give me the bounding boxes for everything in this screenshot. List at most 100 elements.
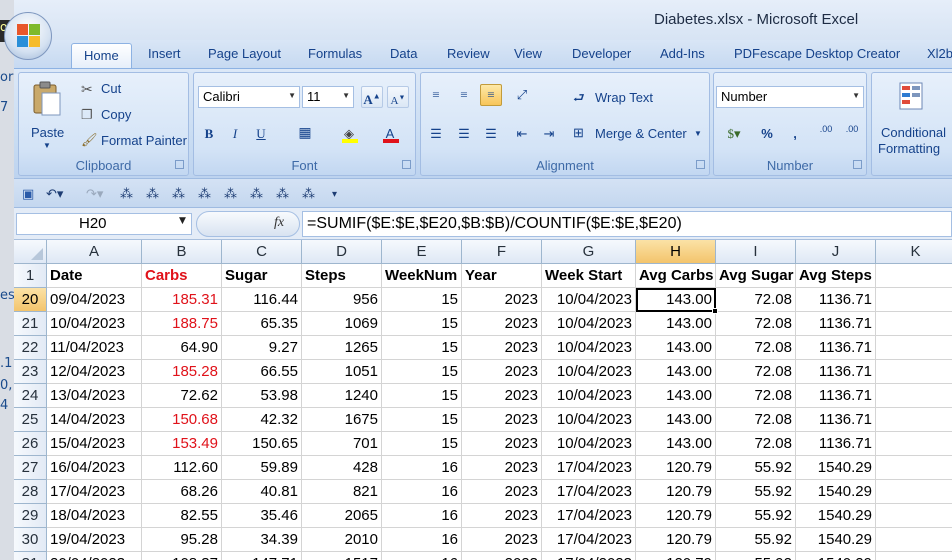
number-format-select[interactable]: Number ▼	[716, 86, 864, 108]
column-title-cell[interactable]: Avg Sugar	[716, 264, 796, 288]
row-header[interactable]: 26	[14, 432, 47, 456]
table-cell[interactable]: 1136.71	[796, 360, 876, 384]
table-cell[interactable]: 10/04/2023	[542, 432, 636, 456]
table-cell[interactable]: 17/04/2023	[542, 504, 636, 528]
align-top-button[interactable]: ≡	[425, 84, 447, 106]
table-cell[interactable]: 15	[382, 360, 462, 384]
tab-data[interactable]: Data	[390, 46, 417, 61]
table-cell[interactable]	[876, 408, 952, 432]
table-cell[interactable]: 55.92	[716, 528, 796, 552]
increase-indent-button[interactable]: ⇥	[538, 123, 560, 145]
column-title-cell[interactable]: Avg Carbs	[636, 264, 716, 288]
org-chart-icon[interactable]: ⁂	[120, 187, 133, 202]
table-cell[interactable]: 10/04/2023	[542, 312, 636, 336]
copy-button[interactable]: ❐ Copy	[77, 105, 177, 125]
table-cell[interactable]: 10/04/2023	[542, 384, 636, 408]
table-cell[interactable]: 68.26	[142, 480, 222, 504]
number-launcher-icon[interactable]	[853, 160, 862, 169]
table-cell[interactable]: 185.31	[142, 288, 222, 312]
row-header[interactable]: 25	[14, 408, 47, 432]
table-cell[interactable]: 17/04/2023	[542, 552, 636, 560]
fill-handle[interactable]	[712, 308, 718, 314]
table-cell[interactable]: 2023	[462, 312, 542, 336]
tab-view[interactable]: View	[514, 46, 542, 61]
table-cell[interactable]: 1675	[302, 408, 382, 432]
table-cell[interactable]: 35.46	[222, 504, 302, 528]
tab-add-ins[interactable]: Add-Ins	[660, 46, 705, 61]
bold-button[interactable]: B	[198, 123, 220, 145]
active-cell[interactable]: 143.00	[636, 288, 716, 312]
table-cell[interactable]: 55.92	[716, 552, 796, 560]
table-cell[interactable]: 11/04/2023	[47, 336, 142, 360]
table-cell[interactable]: 53.98	[222, 384, 302, 408]
table-cell[interactable]: 1240	[302, 384, 382, 408]
align-center-button[interactable]: ☰	[453, 123, 475, 145]
table-cell[interactable]: 72.08	[716, 336, 796, 360]
underline-button[interactable]: U	[250, 123, 272, 145]
italic-button[interactable]: I	[224, 123, 246, 145]
table-cell[interactable]: 1540.29	[796, 528, 876, 552]
alignment-launcher-icon[interactable]	[696, 160, 705, 169]
row-header[interactable]: 1	[14, 264, 47, 288]
table-cell[interactable]: 09/04/2023	[47, 288, 142, 312]
column-header-h[interactable]: H	[636, 240, 716, 264]
table-cell[interactable]	[876, 312, 952, 336]
table-cell[interactable]: 143.00	[636, 312, 716, 336]
table-cell[interactable]: 1136.71	[796, 288, 876, 312]
table-cell[interactable]: 1136.71	[796, 432, 876, 456]
table-cell[interactable]	[876, 336, 952, 360]
row-header[interactable]: 22	[14, 336, 47, 360]
table-cell[interactable]: 10/04/2023	[542, 408, 636, 432]
tab-home[interactable]: Home	[71, 43, 132, 69]
table-cell[interactable]: 55.92	[716, 480, 796, 504]
table-cell[interactable]: 14/04/2023	[47, 408, 142, 432]
tab-page-layout[interactable]: Page Layout	[208, 46, 281, 61]
table-cell[interactable]: 64.90	[142, 336, 222, 360]
insert-function-icon[interactable]: fx	[274, 215, 284, 231]
org-chart-icon[interactable]: ⁂	[302, 187, 315, 202]
percent-button[interactable]: %	[756, 123, 778, 145]
table-cell[interactable]: 1540.29	[796, 456, 876, 480]
name-box[interactable]: H20	[16, 213, 192, 235]
table-cell[interactable]: 15	[382, 288, 462, 312]
org-chart-icon[interactable]: ⁂	[224, 187, 237, 202]
table-cell[interactable]	[876, 456, 952, 480]
table-cell[interactable]: 1265	[302, 336, 382, 360]
tab-formulas[interactable]: Formulas	[308, 46, 362, 61]
select-all-button[interactable]	[14, 240, 47, 264]
table-cell[interactable]: 2023	[462, 288, 542, 312]
table-cell[interactable]: 10/04/2023	[542, 360, 636, 384]
decrease-decimal-button[interactable]: .00	[840, 123, 864, 145]
table-cell[interactable]: 153.49	[142, 432, 222, 456]
table-cell[interactable]: 150.68	[142, 408, 222, 432]
table-cell[interactable]: 10/04/2023	[542, 288, 636, 312]
table-cell[interactable]: 16	[382, 528, 462, 552]
column-header-c[interactable]: C	[222, 240, 302, 264]
table-cell[interactable]: 2023	[462, 456, 542, 480]
table-cell[interactable]: 15	[382, 432, 462, 456]
table-cell[interactable]: 1136.71	[796, 408, 876, 432]
table-cell[interactable]: 16/04/2023	[47, 456, 142, 480]
column-header-e[interactable]: E	[382, 240, 462, 264]
table-cell[interactable]: 19/04/2023	[47, 528, 142, 552]
column-title-cell[interactable]: Steps	[302, 264, 382, 288]
table-cell[interactable]: 1540.29	[796, 504, 876, 528]
table-cell[interactable]: 18/04/2023	[47, 504, 142, 528]
decrease-indent-button[interactable]: ⇤	[511, 123, 533, 145]
table-cell[interactable]	[876, 360, 952, 384]
table-cell[interactable]: 34.39	[222, 528, 302, 552]
table-cell[interactable]: 188.75	[142, 312, 222, 336]
table-cell[interactable]: 120.79	[636, 480, 716, 504]
borders-button[interactable]: ▦	[294, 123, 316, 145]
font-name-select[interactable]: Calibri ▼	[198, 86, 300, 108]
table-cell[interactable]: 150.65	[222, 432, 302, 456]
table-cell[interactable]: 72.08	[716, 384, 796, 408]
table-cell[interactable]: 72.08	[716, 432, 796, 456]
table-cell[interactable]: 59.89	[222, 456, 302, 480]
redo-icon[interactable]: ↷▾	[86, 187, 103, 202]
table-cell[interactable]: 2023	[462, 360, 542, 384]
table-cell[interactable]: 2023	[462, 528, 542, 552]
tab-review[interactable]: Review	[447, 46, 490, 61]
table-cell[interactable]: 15	[382, 312, 462, 336]
column-header-a[interactable]: A	[47, 240, 142, 264]
